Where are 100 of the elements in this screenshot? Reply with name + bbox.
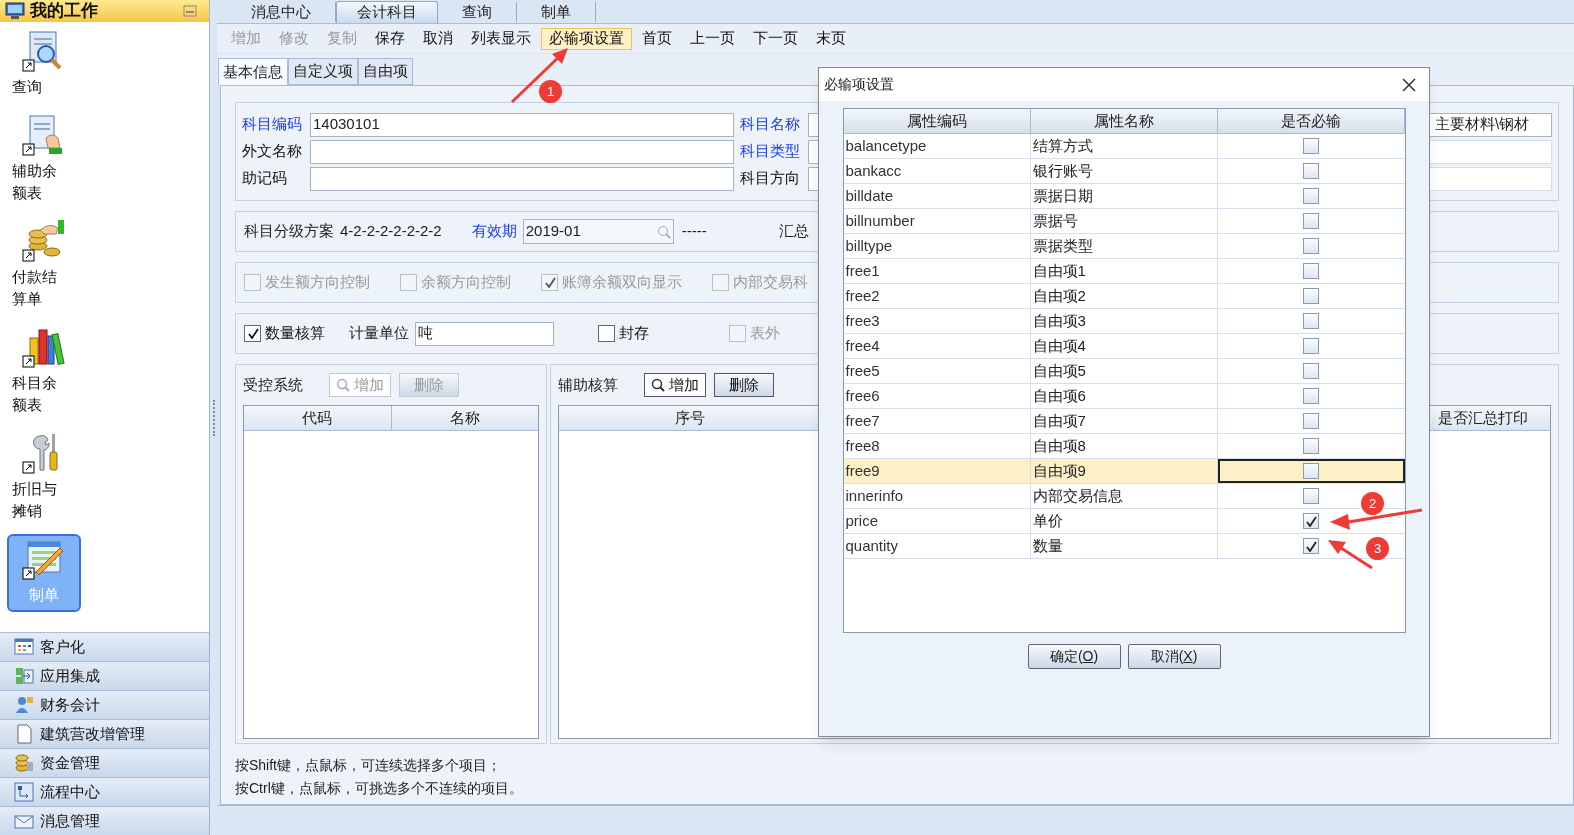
- dialog-title: 必输项设置: [824, 75, 895, 94]
- table-cell: 自由项9: [1030, 459, 1218, 483]
- delete-button[interactable]: 删除: [714, 373, 774, 397]
- toolbar-button[interactable]: 必输项设置: [541, 27, 632, 50]
- table-row[interactable]: bankacc 银行账号: [843, 159, 1405, 184]
- module-item[interactable]: 消息管理: [0, 806, 209, 835]
- checkbox[interactable]: [1303, 388, 1319, 404]
- module-item[interactable]: 建筑营改增管理: [0, 719, 209, 748]
- column-header[interactable]: 代码: [244, 406, 392, 430]
- table-cell: 自由项1: [1030, 259, 1218, 283]
- splitter-handle[interactable]: [212, 399, 215, 436]
- checkbox[interactable]: [1303, 363, 1319, 379]
- input-field[interactable]: [310, 166, 734, 191]
- table-cell: 票据日期: [1030, 184, 1218, 208]
- table-cell: free6: [843, 384, 1031, 408]
- sidebar-item[interactable]: 查询: [7, 26, 81, 104]
- dialog-button[interactable]: 取消(X): [1127, 644, 1221, 669]
- checkbox[interactable]: [1303, 163, 1319, 179]
- input-field[interactable]: 14030101: [310, 112, 734, 137]
- table-cell: 票据类型: [1030, 234, 1218, 258]
- table-row[interactable]: price 单价: [843, 509, 1405, 534]
- toolbar-button[interactable]: 下一页: [745, 27, 806, 50]
- checkbox[interactable]: [1303, 513, 1319, 529]
- toolbar-button[interactable]: 列表显示: [463, 27, 539, 50]
- checkbox[interactable]: [1303, 138, 1319, 154]
- checkbox[interactable]: [1303, 188, 1319, 204]
- checkbox-label: 发生额方向控制: [265, 272, 370, 293]
- add-button[interactable]: 增加: [644, 373, 706, 397]
- sidebar-item[interactable]: 辅助余额表: [7, 110, 81, 210]
- table-row[interactable]: free4 自由项4: [843, 334, 1405, 359]
- tab[interactable]: 自由项: [358, 58, 413, 85]
- module-item[interactable]: 应用集成: [0, 661, 209, 690]
- table-row[interactable]: balancetype 结算方式: [843, 134, 1405, 159]
- checkbox[interactable]: [244, 325, 261, 342]
- table-row[interactable]: free3 自由项3: [843, 309, 1405, 334]
- field-label: 科目名称: [740, 114, 801, 135]
- checkbox[interactable]: [1303, 313, 1319, 329]
- checkbox[interactable]: [1303, 538, 1319, 554]
- table-row[interactable]: free1 自由项1: [843, 259, 1405, 284]
- sidebar-item[interactable]: 科目余额表: [7, 322, 81, 422]
- table-cell: bankacc: [843, 159, 1031, 183]
- tab[interactable]: 基本信息: [218, 58, 288, 85]
- checkbox[interactable]: [1303, 213, 1319, 229]
- table-row[interactable]: free5 自由项5: [843, 359, 1405, 384]
- table-row[interactable]: free9 自由项9: [843, 459, 1405, 484]
- tab[interactable]: 自定义项: [288, 58, 358, 85]
- checkbox[interactable]: [598, 325, 615, 342]
- input-field[interactable]: [310, 139, 734, 164]
- toolbar-button[interactable]: 上一页: [682, 27, 743, 50]
- toolbar-button[interactable]: 首页: [634, 27, 680, 50]
- table-row[interactable]: free7 自由项7: [843, 409, 1405, 434]
- column-header[interactable]: 属性编码: [843, 109, 1031, 134]
- date-field[interactable]: 2019-01: [522, 219, 674, 244]
- table-row[interactable]: free8 自由项8: [843, 434, 1405, 459]
- toolbar-button[interactable]: 末页: [808, 27, 854, 50]
- checkbox[interactable]: [1303, 488, 1319, 504]
- table-row[interactable]: billtype 票据类型: [843, 234, 1405, 259]
- tab[interactable]: 查询: [438, 2, 517, 22]
- checkbox-label: 余额方向控制: [421, 272, 511, 293]
- field-label: 有效期: [471, 221, 517, 242]
- toolbar-button[interactable]: 取消: [415, 27, 461, 50]
- module-item[interactable]: 流程中心: [0, 777, 209, 806]
- search-icon: [651, 378, 665, 392]
- flowchart-icon: [14, 782, 34, 802]
- sidebar-item[interactable]: 付款结算单: [7, 216, 81, 316]
- checkbox[interactable]: [1303, 463, 1319, 479]
- table-row[interactable]: free2 自由项2: [843, 284, 1405, 309]
- collapse-icon[interactable]: [183, 5, 197, 17]
- module-item[interactable]: 资金管理: [0, 748, 209, 777]
- input-field[interactable]: 吨: [415, 321, 554, 346]
- table-cell: free4: [843, 334, 1031, 358]
- checkbox[interactable]: [1303, 438, 1319, 454]
- tab[interactable]: 制单: [517, 2, 596, 22]
- table-cell: 自由项5: [1030, 359, 1218, 383]
- hint-text: 按Ctrl键，点鼠标，可挑选多个不连续的项目。: [235, 779, 524, 798]
- close-icon[interactable]: [1402, 77, 1416, 92]
- table-cell: free9: [843, 459, 1031, 483]
- checkbox[interactable]: [1303, 413, 1319, 429]
- table-cell: 单价: [1030, 509, 1218, 533]
- checkbox[interactable]: [1303, 238, 1319, 254]
- column-header[interactable]: 名称: [391, 406, 538, 430]
- module-item[interactable]: 财务会计: [0, 690, 209, 719]
- checkbox[interactable]: [1303, 288, 1319, 304]
- checkbox[interactable]: [1303, 338, 1319, 354]
- sidebar-item[interactable]: 折旧与摊销: [7, 428, 81, 528]
- checkbox-label: 内部交易科: [733, 272, 808, 293]
- checkbox[interactable]: [1303, 263, 1319, 279]
- table-row[interactable]: billdate 票据日期: [843, 184, 1405, 209]
- field-label: 助记码: [242, 168, 288, 189]
- search-icon[interactable]: [656, 224, 671, 239]
- table-row[interactable]: billnumber 票据号: [843, 209, 1405, 234]
- toolbar-button[interactable]: 保存: [367, 27, 413, 50]
- dialog-button[interactable]: 确定(O): [1027, 644, 1121, 669]
- table-row[interactable]: free6 自由项6: [843, 384, 1405, 409]
- tab[interactable]: 会计科目: [336, 1, 438, 23]
- column-header[interactable]: 属性名称: [1030, 109, 1218, 134]
- module-item[interactable]: 客户化: [0, 632, 209, 661]
- checkbox-label: 表外: [750, 323, 780, 344]
- column-header[interactable]: 是否必输: [1217, 109, 1405, 134]
- table-cell: billnumber: [843, 209, 1031, 233]
